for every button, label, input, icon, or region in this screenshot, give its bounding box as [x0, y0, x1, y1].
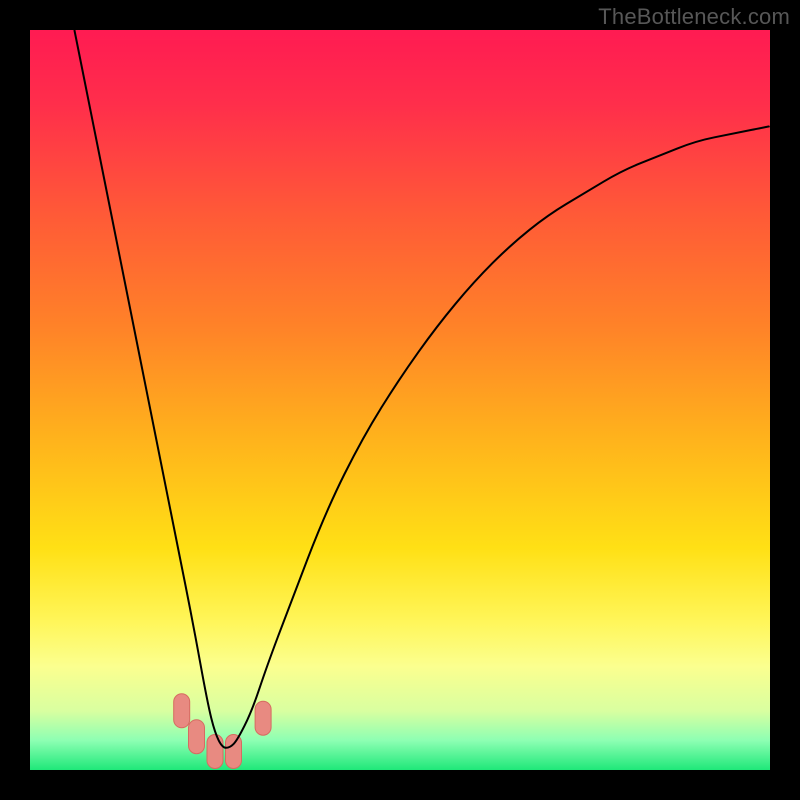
- trough-marker: [226, 735, 242, 769]
- trough-marker: [174, 694, 190, 728]
- watermark-text: TheBottleneck.com: [598, 4, 790, 30]
- gradient-background: [30, 30, 770, 770]
- trough-marker: [189, 720, 205, 754]
- plot-area: [30, 30, 770, 770]
- chart-frame: TheBottleneck.com: [0, 0, 800, 800]
- bottleneck-chart: [30, 30, 770, 770]
- trough-marker: [207, 735, 223, 769]
- trough-marker: [255, 701, 271, 735]
